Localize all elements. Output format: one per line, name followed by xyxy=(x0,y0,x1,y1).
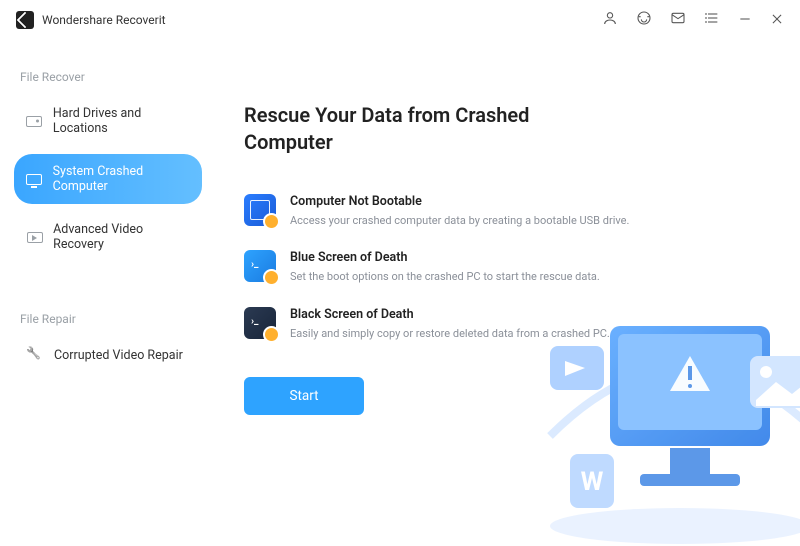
video-icon xyxy=(26,230,43,244)
minimize-button[interactable] xyxy=(738,11,752,30)
menu-icon[interactable] xyxy=(704,10,720,30)
computer-not-bootable-icon xyxy=(244,194,276,226)
blue-screen-icon: ›_ xyxy=(244,250,276,282)
sidebar: File Recover Hard Drives and Locations S… xyxy=(0,40,210,546)
sidebar-item-corrupted-video[interactable]: Corrupted Video Repair xyxy=(14,338,202,373)
feature-title: Computer Not Bootable xyxy=(290,194,629,209)
feature-title: Black Screen of Death xyxy=(290,307,610,322)
app-shell: File Recover Hard Drives and Locations S… xyxy=(0,40,800,546)
mail-icon[interactable] xyxy=(670,10,686,30)
wrench-icon xyxy=(26,349,44,363)
section-label-repair: File Repair xyxy=(20,312,202,326)
feature-text: Computer Not Bootable Access your crashe… xyxy=(290,194,629,228)
feature-title: Blue Screen of Death xyxy=(290,250,600,265)
feature-desc: Access your crashed computer data by cre… xyxy=(290,213,629,228)
app-name: Wondershare Recoverit xyxy=(42,13,166,27)
sidebar-item-advanced-video[interactable]: Advanced Video Recovery xyxy=(14,212,202,262)
titlebar: Wondershare Recoverit xyxy=(0,0,800,40)
hard-drive-icon xyxy=(26,114,43,128)
section-label-recover: File Recover xyxy=(20,70,202,84)
brand: Wondershare Recoverit xyxy=(16,11,166,29)
sidebar-item-crashed-computer[interactable]: System Crashed Computer xyxy=(14,154,202,204)
close-button[interactable] xyxy=(770,11,784,30)
feature-list: Computer Not Bootable Access your crashe… xyxy=(244,194,664,341)
feature-item: Computer Not Bootable Access your crashe… xyxy=(244,194,664,228)
feature-text: Black Screen of Death Easily and simply … xyxy=(290,307,610,341)
feature-desc: Set the boot options on the crashed PC t… xyxy=(290,269,600,284)
account-icon[interactable] xyxy=(602,10,618,30)
page-title: Rescue Your Data from Crashed Computer xyxy=(244,102,604,156)
black-screen-icon: ›_ xyxy=(244,307,276,339)
sidebar-item-hard-drives[interactable]: Hard Drives and Locations xyxy=(14,96,202,146)
feature-item: ›_ Blue Screen of Death Set the boot opt… xyxy=(244,250,664,284)
feature-desc: Easily and simply copy or restore delete… xyxy=(290,326,610,341)
feature-text: Blue Screen of Death Set the boot option… xyxy=(290,250,600,284)
svg-text:W: W xyxy=(581,467,604,497)
window-controls xyxy=(602,10,784,30)
main-content: Rescue Your Data from Crashed Computer C… xyxy=(210,40,800,546)
app-logo-icon xyxy=(16,11,34,29)
sidebar-item-label: System Crashed Computer xyxy=(53,164,190,194)
monitor-icon xyxy=(26,172,43,186)
start-button[interactable]: Start xyxy=(244,377,364,415)
sidebar-item-label: Hard Drives and Locations xyxy=(53,106,190,136)
support-icon[interactable] xyxy=(636,10,652,30)
feature-item: ›_ Black Screen of Death Easily and simp… xyxy=(244,307,664,341)
sidebar-item-label: Advanced Video Recovery xyxy=(53,222,190,252)
sidebar-item-label: Corrupted Video Repair xyxy=(54,348,183,363)
